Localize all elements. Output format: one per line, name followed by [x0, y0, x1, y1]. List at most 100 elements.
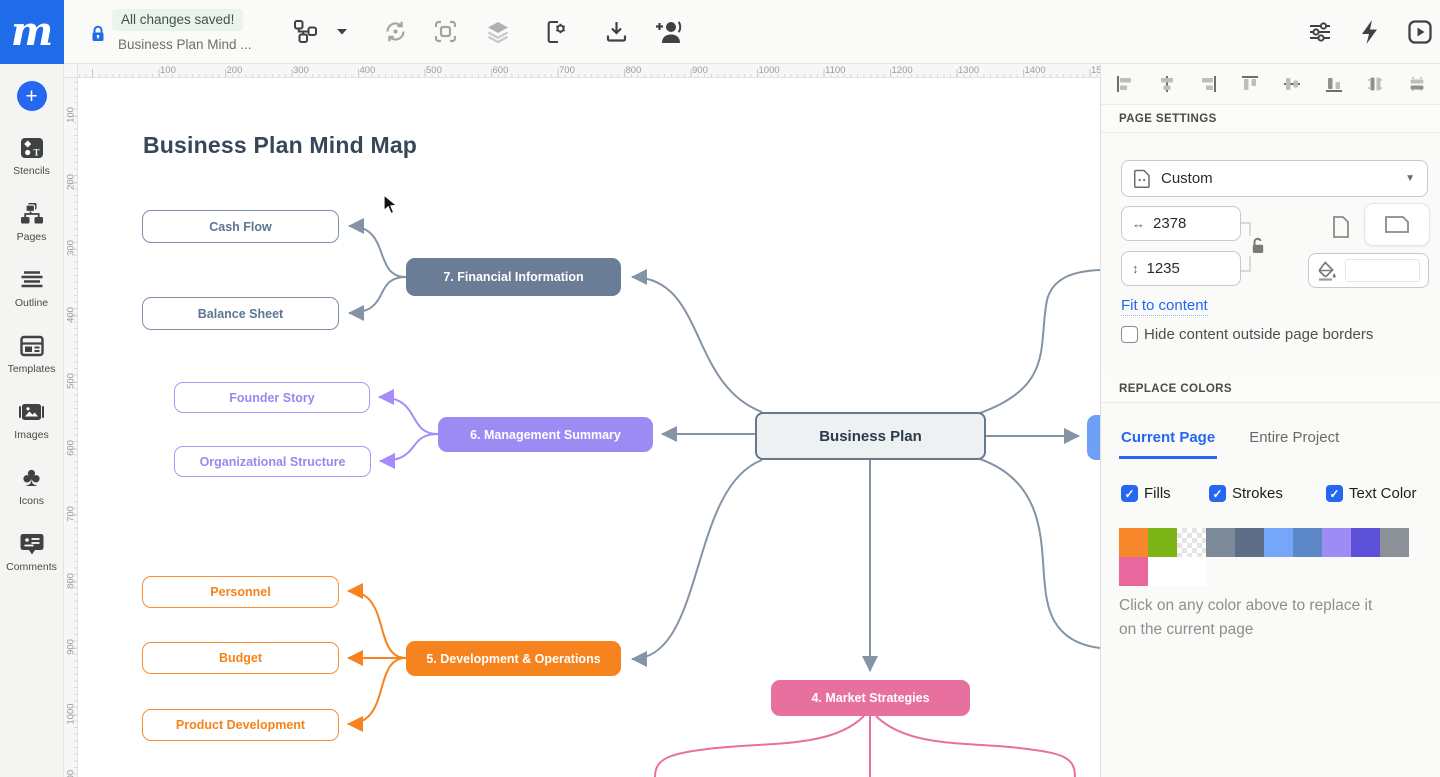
- bolt-icon[interactable]: [1356, 18, 1383, 45]
- lock-icon[interactable]: [84, 20, 111, 47]
- sidebar-item-outline[interactable]: Outline: [0, 266, 64, 309]
- color-swatch[interactable]: [1206, 528, 1235, 557]
- color-swatch[interactable]: [1119, 557, 1148, 586]
- document-title[interactable]: Business Plan Mind ...: [118, 37, 252, 52]
- sidebar-item-templates[interactable]: Templates: [0, 332, 64, 375]
- h-ruler-label: 500: [426, 65, 442, 76]
- sidebar-item-label: Outline: [15, 297, 48, 309]
- page-width-input[interactable]: [1153, 215, 1223, 232]
- mouse-cursor: [383, 194, 399, 216]
- color-swatch[interactable]: [1148, 528, 1177, 557]
- app-logo[interactable]: m: [0, 0, 64, 64]
- color-swatch[interactable]: [1148, 557, 1177, 586]
- align-center-h-icon[interactable]: [1157, 74, 1177, 94]
- export-settings-icon[interactable]: [543, 18, 570, 45]
- tab-current-page[interactable]: Current Page: [1119, 423, 1217, 459]
- node-business-plan[interactable]: Business Plan: [755, 412, 986, 460]
- page-fill-control[interactable]: [1308, 253, 1429, 288]
- color-swatch[interactable]: [1293, 528, 1322, 557]
- svg-text:T: T: [33, 147, 39, 157]
- add-icon[interactable]: +: [17, 81, 47, 111]
- orientation-landscape-button[interactable]: [1364, 203, 1430, 246]
- node-market-strategies[interactable]: 4. Market Strategies: [771, 680, 970, 716]
- orientation-portrait-button[interactable]: [1323, 209, 1359, 245]
- sidebar-item-icons[interactable]: ♣ Icons: [0, 464, 64, 507]
- chevron-down-icon: ▼: [1405, 173, 1415, 184]
- hint-line-1: Click on any color above to replace it: [1119, 594, 1419, 618]
- swatch-row-2: [1119, 557, 1409, 586]
- tab-entire-project[interactable]: Entire Project: [1247, 423, 1341, 459]
- checkbox-icon[interactable]: [1121, 326, 1138, 343]
- layers-icon[interactable]: [484, 18, 511, 45]
- sidebar-item-stencils[interactable]: T Stencils: [0, 134, 64, 177]
- hide-content-checkbox[interactable]: Hide content outside page borders: [1121, 326, 1421, 343]
- page-fill-swatch[interactable]: [1345, 259, 1420, 282]
- fills-checkbox[interactable]: ✓ Fills: [1121, 485, 1171, 502]
- v-ruler-label: 900: [66, 639, 77, 655]
- strokes-checkbox[interactable]: ✓ Strokes: [1209, 485, 1283, 502]
- checkbox-icon[interactable]: ✓: [1326, 485, 1343, 502]
- text-color-checkbox[interactable]: ✓ Text Color: [1326, 485, 1417, 502]
- distribute-v-icon[interactable]: [1407, 74, 1427, 94]
- color-swatch[interactable]: [1119, 528, 1148, 557]
- distribute-h-icon[interactable]: [1365, 74, 1385, 94]
- node-clipped-right[interactable]: [1087, 415, 1100, 460]
- fit-view-icon[interactable]: [432, 18, 459, 45]
- align-right-icon[interactable]: [1198, 74, 1218, 94]
- align-top-icon[interactable]: [1240, 74, 1260, 94]
- canvas[interactable]: Business Plan Mind Map Cash Flow Balance…: [64, 64, 1100, 777]
- color-swatch[interactable]: [1380, 528, 1409, 557]
- h-ruler-label: 100: [160, 65, 176, 76]
- page-width-field[interactable]: ↔: [1121, 206, 1241, 241]
- align-left-icon[interactable]: [1115, 74, 1135, 94]
- tune-icon[interactable]: [1306, 18, 1333, 45]
- preview-icon[interactable]: [1406, 18, 1433, 45]
- node-organizational-structure[interactable]: Organizational Structure: [174, 446, 371, 477]
- color-swatch[interactable]: [1351, 528, 1380, 557]
- h-ruler-label: 1400: [1025, 65, 1046, 76]
- align-middle-v-icon[interactable]: [1282, 74, 1302, 94]
- node-financial-information[interactable]: 7. Financial Information: [406, 258, 621, 296]
- node-founder-story[interactable]: Founder Story: [174, 382, 370, 413]
- sidebar-item-images[interactable]: Images: [0, 398, 64, 441]
- node-cash-flow[interactable]: Cash Flow: [142, 210, 339, 243]
- page-height-field[interactable]: ↕: [1121, 251, 1241, 286]
- sidebar-item-comments[interactable]: Comments: [0, 530, 64, 573]
- color-swatch[interactable]: [1264, 528, 1293, 557]
- page-preset-dropdown[interactable]: Custom ▼: [1121, 160, 1428, 197]
- color-swatch[interactable]: [1177, 557, 1206, 586]
- node-balance-sheet[interactable]: Balance Sheet: [142, 297, 339, 330]
- replace-colors-tabs: Current Page Entire Project: [1119, 423, 1341, 459]
- mindmap-title[interactable]: Business Plan Mind Map: [143, 132, 417, 159]
- sync-icon[interactable]: [382, 18, 409, 45]
- color-swatch[interactable]: [1235, 528, 1264, 557]
- images-icon: [18, 398, 45, 425]
- color-swatch[interactable]: [1177, 528, 1206, 557]
- v-ruler-label: 400: [66, 307, 77, 323]
- horizontal-ruler: 1002003004005006007008009001000110012001…: [78, 64, 1100, 78]
- fit-to-content-link[interactable]: Fit to content: [1121, 297, 1208, 316]
- node-product-development[interactable]: Product Development: [142, 709, 339, 741]
- checkbox-icon[interactable]: ✓: [1121, 485, 1138, 502]
- aspect-lock-icon[interactable]: [1248, 236, 1268, 256]
- page-height-input[interactable]: [1147, 260, 1217, 277]
- color-swatch[interactable]: [1322, 528, 1351, 557]
- swatch-row-1: [1119, 528, 1409, 557]
- connector-tool-icon[interactable]: [292, 18, 319, 45]
- strokes-label: Strokes: [1232, 485, 1283, 502]
- v-ruler-label: 1100: [66, 770, 77, 777]
- checkbox-icon[interactable]: ✓: [1209, 485, 1226, 502]
- node-development-operations[interactable]: 5. Development & Operations: [406, 641, 621, 676]
- caret-down-icon[interactable]: [334, 18, 350, 45]
- invite-user-icon[interactable]: [653, 18, 685, 45]
- download-icon[interactable]: [603, 18, 630, 45]
- align-bottom-icon[interactable]: [1324, 74, 1344, 94]
- page-settings-header: PAGE SETTINGS: [1101, 105, 1440, 133]
- v-ruler-label: 1000: [66, 703, 77, 724]
- node-management-summary[interactable]: 6. Management Summary: [438, 417, 653, 452]
- sidebar-item-pages[interactable]: Pages: [0, 200, 64, 243]
- node-budget[interactable]: Budget: [142, 642, 339, 674]
- node-personnel[interactable]: Personnel: [142, 576, 339, 608]
- outline-icon: [18, 266, 45, 293]
- replace-colors-hint: Click on any color above to replace it o…: [1119, 594, 1419, 642]
